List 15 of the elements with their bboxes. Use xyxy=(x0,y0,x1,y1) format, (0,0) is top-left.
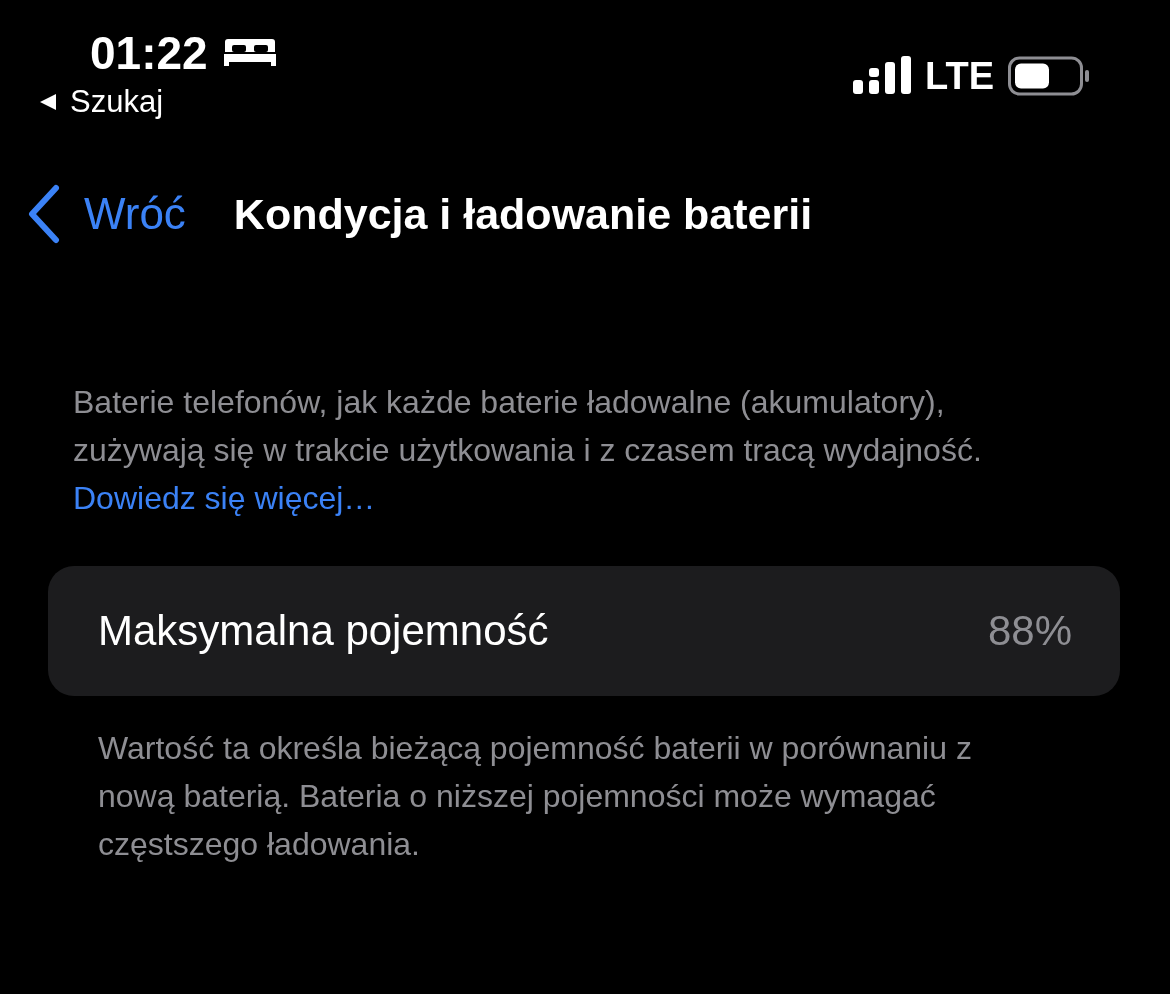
capacity-label: Maksymalna pojemność xyxy=(98,607,549,655)
back-button[interactable]: Wróć xyxy=(26,184,186,244)
battery-icon xyxy=(1008,56,1090,96)
network-label: LTE xyxy=(925,54,994,98)
capacity-description: Wartość ta określa bieżącą pojemność baterii w porównaniu z nową baterią. Bateria o niższej pojemności może wymagać częstszego ładowania. xyxy=(98,729,973,864)
learn-more-link[interactable]: Dowiedz się więcej… xyxy=(73,480,376,516)
status-time: 01:22 xyxy=(90,26,208,80)
page-title: Kondycja i ładowanie baterii xyxy=(233,189,813,239)
bed-icon xyxy=(223,37,276,69)
signal-icon xyxy=(853,56,912,96)
chevron-left-icon xyxy=(26,184,62,244)
back-triangle-icon xyxy=(38,92,58,112)
back-to-app-link[interactable]: Szukaj xyxy=(70,84,164,120)
intro-paragraph: Baterie telefonów, jak każde baterie ładowalne (akumulatory), zużywają się w trakcie użytkowania i z czasem tracą wydajność. Dowiedz się więcej… xyxy=(73,383,983,518)
capacity-value: 88% xyxy=(987,607,1072,655)
